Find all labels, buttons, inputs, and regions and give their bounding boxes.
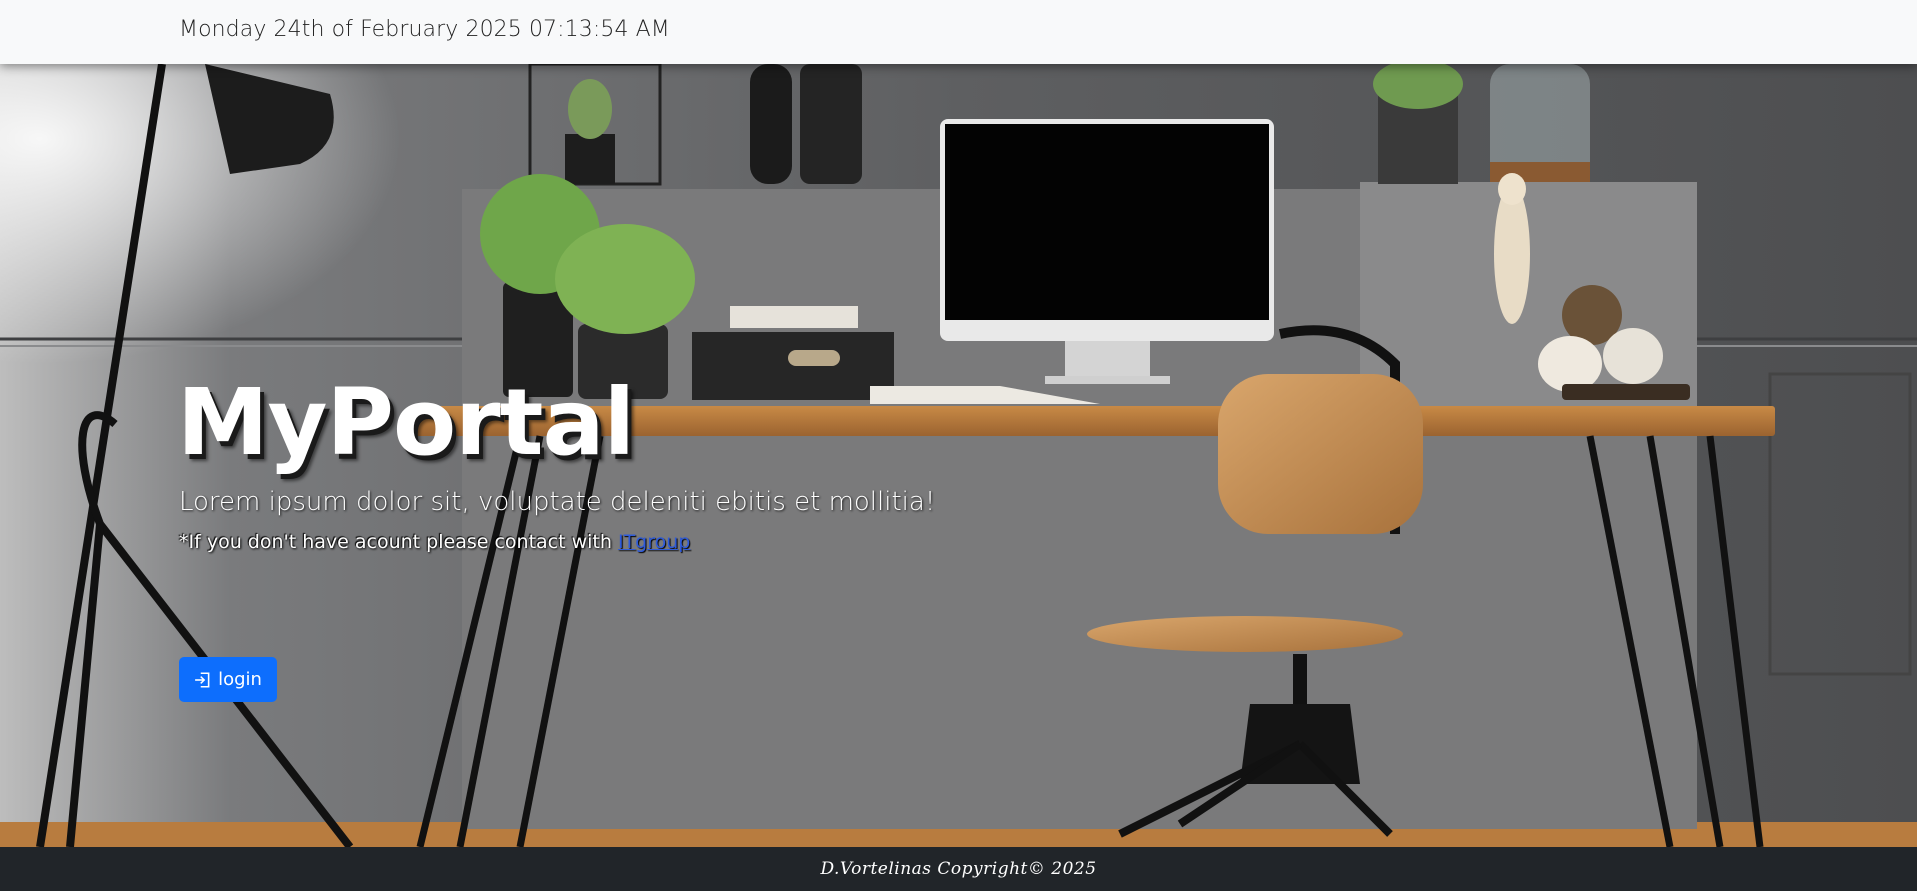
- hero-lead: Lorem ipsum dolor sit, voluptate delenit…: [179, 487, 936, 517]
- contact-note: *If you don't have acount please contact…: [179, 531, 690, 553]
- hero-title: MyPortal: [177, 369, 635, 476]
- contact-note-text: *If you don't have acount please contact…: [179, 531, 618, 553]
- current-datetime: Monday 24th of February 2025 07:13:54 AM: [179, 17, 670, 42]
- copyright-text: D.Vortelinas Copyright© 2025: [820, 859, 1097, 879]
- login-button-label: login: [218, 669, 262, 690]
- itgroup-link[interactable]: ITgroup: [618, 531, 690, 553]
- footer: D.Vortelinas Copyright© 2025: [0, 847, 1917, 891]
- hero-section: MyPortal Lorem ipsum dolor sit, voluptat…: [0, 64, 1917, 847]
- box-arrow-in-right-icon: [195, 671, 210, 688]
- login-button[interactable]: login: [179, 657, 277, 702]
- top-bar: Monday 24th of February 2025 07:13:54 AM: [0, 0, 1917, 64]
